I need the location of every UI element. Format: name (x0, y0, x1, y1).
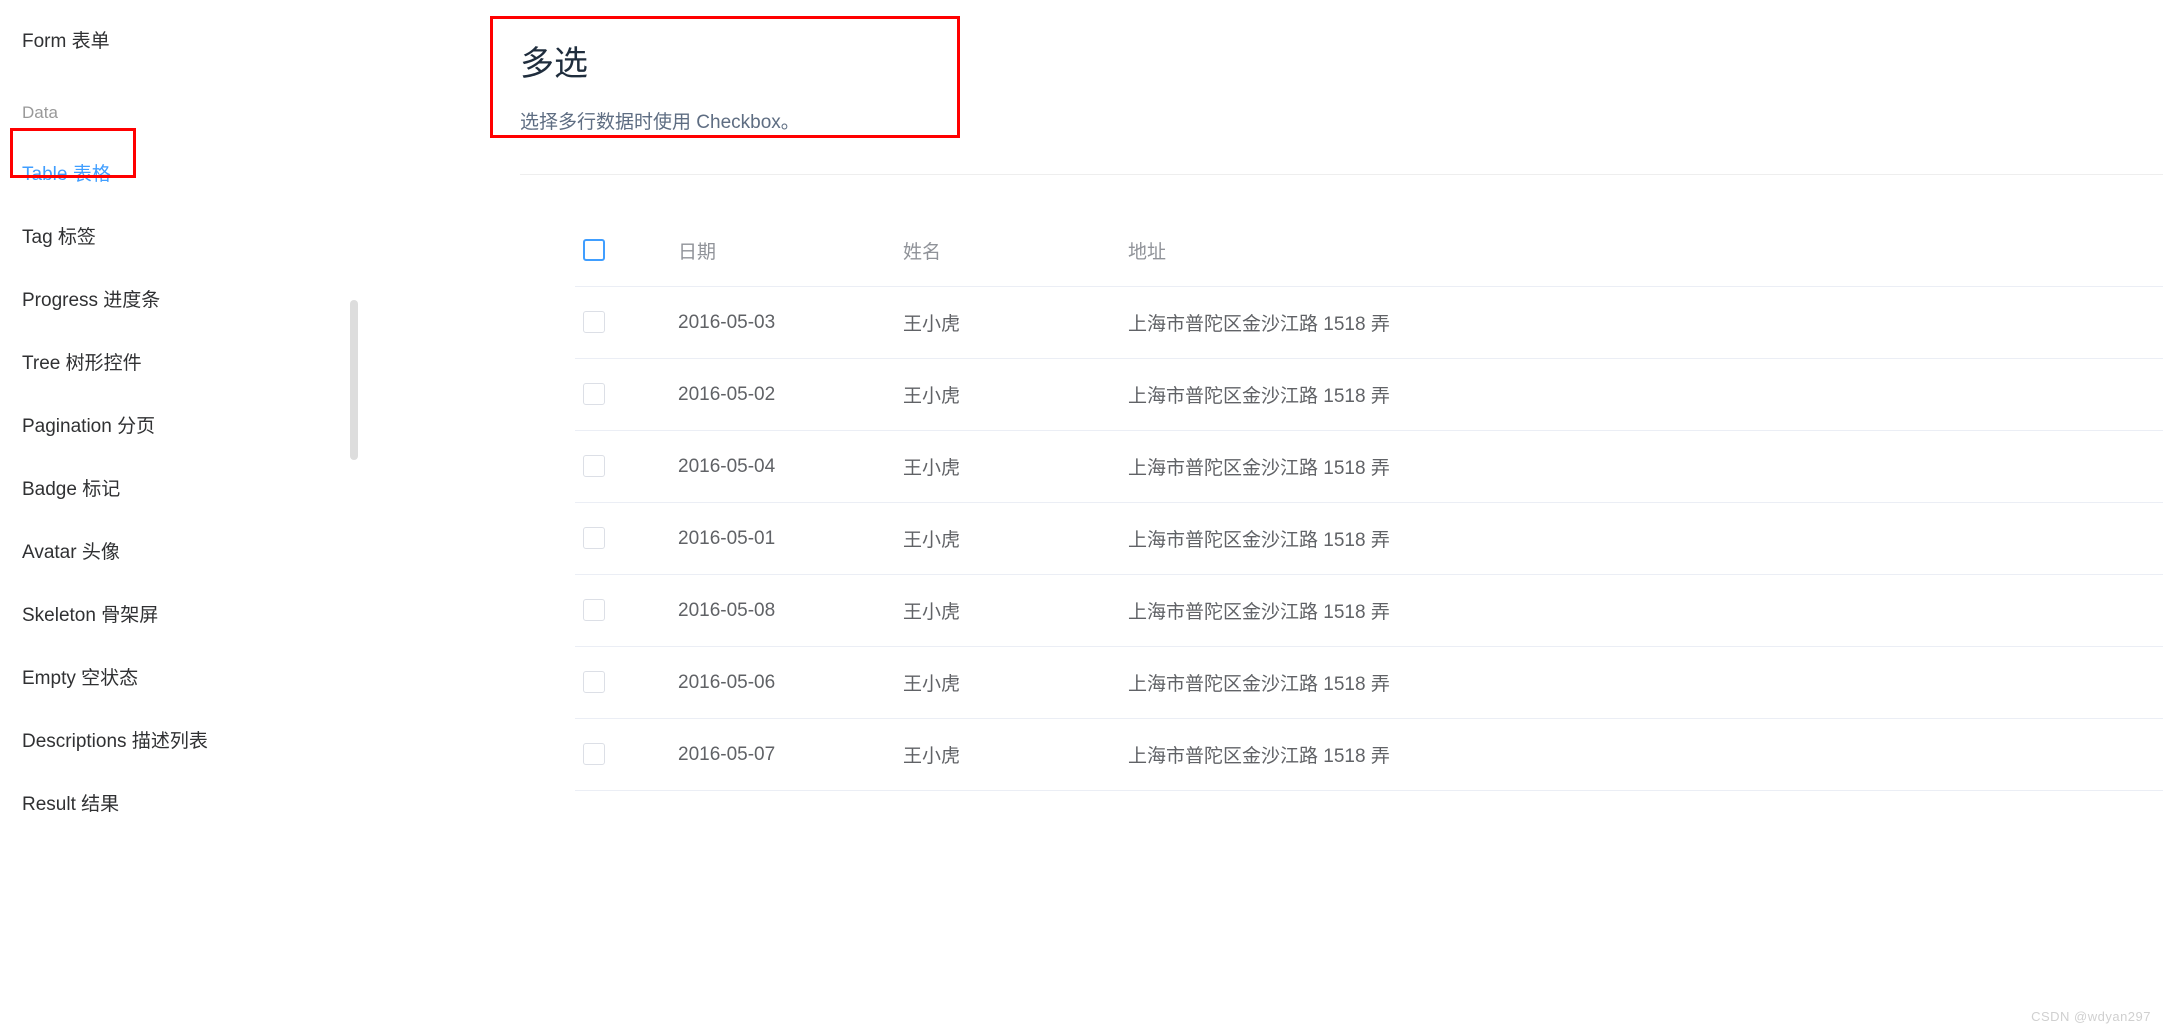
row-checkbox[interactable] (583, 671, 605, 693)
sidebar-item-tree[interactable]: Tree 树形控件 (20, 330, 360, 393)
main-content: 多选 选择多行数据时使用 Checkbox。 日期 姓名 地址 2016-05-… (360, 0, 2163, 1030)
sidebar-item-avatar[interactable]: Avatar 头像 (20, 519, 360, 582)
column-header-name: 姓名 (895, 215, 1120, 287)
sidebar-item-form[interactable]: Form 表单 (20, 8, 360, 71)
cell-name: 王小虎 (895, 575, 1120, 647)
cell-address: 上海市普陀区金沙江路 1518 弄 (1120, 503, 2163, 575)
sidebar-scrollbar[interactable] (350, 300, 358, 460)
row-checkbox[interactable] (583, 743, 605, 765)
cell-name: 王小虎 (895, 719, 1120, 791)
cell-address: 上海市普陀区金沙江路 1518 弄 (1120, 719, 2163, 791)
row-checkbox[interactable] (583, 311, 605, 333)
cell-date: 2016-05-02 (670, 359, 895, 431)
table-row: 2016-05-02 王小虎 上海市普陀区金沙江路 1518 弄 (575, 359, 2163, 431)
cell-address: 上海市普陀区金沙江路 1518 弄 (1120, 287, 2163, 359)
sidebar-item-pagination[interactable]: Pagination 分页 (20, 393, 360, 456)
title-block: 多选 选择多行数据时使用 Checkbox。 (520, 16, 960, 164)
sidebar: Form 表单 Data Table 表格 Tag 标签 Progress 进度… (0, 0, 360, 1030)
cell-date: 2016-05-03 (670, 287, 895, 359)
cell-name: 王小虎 (895, 503, 1120, 575)
column-header-address: 地址 (1120, 215, 2163, 287)
page-title: 多选 (520, 36, 940, 85)
row-checkbox[interactable] (583, 527, 605, 549)
sidebar-item-empty[interactable]: Empty 空状态 (20, 645, 360, 708)
cell-date: 2016-05-07 (670, 719, 895, 791)
table-row: 2016-05-04 王小虎 上海市普陀区金沙江路 1518 弄 (575, 431, 2163, 503)
cell-name: 王小虎 (895, 359, 1120, 431)
cell-name: 王小虎 (895, 431, 1120, 503)
cell-date: 2016-05-01 (670, 503, 895, 575)
sidebar-item-tag[interactable]: Tag 标签 (20, 204, 360, 267)
table-row: 2016-05-08 王小虎 上海市普陀区金沙江路 1518 弄 (575, 575, 2163, 647)
sidebar-item-skeleton[interactable]: Skeleton 骨架屏 (20, 582, 360, 645)
cell-address: 上海市普陀区金沙江路 1518 弄 (1120, 431, 2163, 503)
table-row: 2016-05-07 王小虎 上海市普陀区金沙江路 1518 弄 (575, 719, 2163, 791)
row-checkbox[interactable] (583, 599, 605, 621)
sidebar-item-badge[interactable]: Badge 标记 (20, 456, 360, 519)
cell-name: 王小虎 (895, 647, 1120, 719)
sidebar-item-result[interactable]: Result 结果 (20, 771, 360, 834)
cell-address: 上海市普陀区金沙江路 1518 弄 (1120, 575, 2163, 647)
cell-address: 上海市普陀区金沙江路 1518 弄 (1120, 359, 2163, 431)
table-row: 2016-05-01 王小虎 上海市普陀区金沙江路 1518 弄 (575, 503, 2163, 575)
table-header-row: 日期 姓名 地址 (575, 215, 2163, 287)
cell-address: 上海市普陀区金沙江路 1518 弄 (1120, 647, 2163, 719)
column-header-date: 日期 (670, 215, 895, 287)
sidebar-item-progress[interactable]: Progress 进度条 (20, 267, 360, 330)
sidebar-section-data: Data (20, 71, 360, 141)
page-subtitle: 选择多行数据时使用 Checkbox。 (520, 107, 940, 134)
sidebar-item-descriptions[interactable]: Descriptions 描述列表 (20, 708, 360, 771)
sidebar-item-table[interactable]: Table 表格 (20, 141, 360, 204)
table-row: 2016-05-06 王小虎 上海市普陀区金沙江路 1518 弄 (575, 647, 2163, 719)
cell-date: 2016-05-06 (670, 647, 895, 719)
cell-date: 2016-05-08 (670, 575, 895, 647)
table-row: 2016-05-03 王小虎 上海市普陀区金沙江路 1518 弄 (575, 287, 2163, 359)
table-container: 日期 姓名 地址 2016-05-03 王小虎 上海市普陀区金沙江路 1518 … (520, 174, 2163, 791)
row-checkbox[interactable] (583, 383, 605, 405)
row-checkbox[interactable] (583, 455, 605, 477)
data-table: 日期 姓名 地址 2016-05-03 王小虎 上海市普陀区金沙江路 1518 … (575, 215, 2163, 791)
watermark: CSDN @wdyan297 (2031, 1009, 2151, 1024)
cell-date: 2016-05-04 (670, 431, 895, 503)
cell-name: 王小虎 (895, 287, 1120, 359)
select-all-checkbox[interactable] (583, 239, 605, 261)
